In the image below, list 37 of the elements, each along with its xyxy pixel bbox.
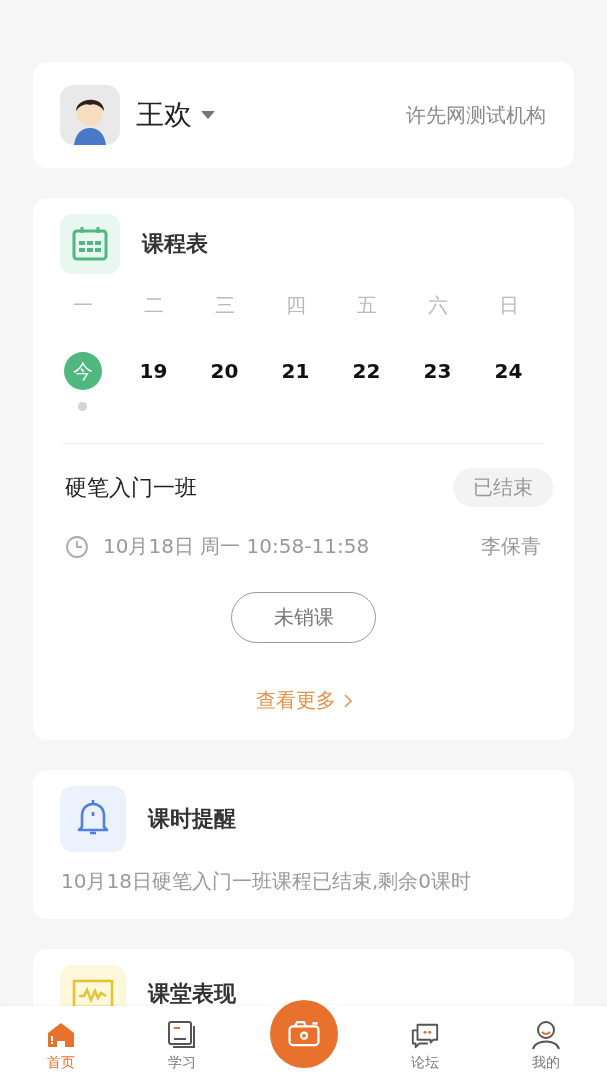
card-title: 课程表 <box>142 230 208 258</box>
book-icon <box>167 1020 198 1050</box>
status-badge: 已结束 <box>453 468 553 507</box>
clock-icon <box>65 534 89 559</box>
weekday-label: 三 <box>214 292 235 319</box>
camera-icon <box>286 1020 321 1048</box>
tab-item[interactable]: 学习 <box>121 1006 243 1072</box>
weekday-label: 六 <box>427 292 448 319</box>
weekday-label: 一 <box>72 292 93 319</box>
avatar-icon[interactable] <box>60 85 120 145</box>
lesson-name: 硬笔入门一班 <box>65 473 197 502</box>
card-title: 课时提醒 <box>148 805 236 833</box>
tab-item[interactable]: 我的 <box>485 1006 607 1072</box>
lesson-time: 10月18日 周一 10:58-11:58 <box>103 533 370 560</box>
home-icon <box>45 1020 76 1050</box>
calendar-icon <box>60 214 120 274</box>
bell-icon <box>60 786 126 852</box>
caret-icon[interactable] <box>200 110 216 120</box>
unmarked-button[interactable]: 未销课 <box>231 592 376 643</box>
person-icon <box>531 1020 562 1050</box>
user-name[interactable]: 王欢 <box>136 96 192 134</box>
teacher-name: 李保青 <box>481 533 541 560</box>
reminder-text: 10月18日硬笔入门一班课程已结束,剩余0课时 <box>60 868 472 895</box>
tab-item[interactable]: 论坛 <box>364 1006 486 1072</box>
calendar-day[interactable]: 21 <box>276 352 315 390</box>
calendar-day[interactable]: 20 <box>205 352 244 390</box>
organization-name: 许先网测试机构 <box>406 101 546 129</box>
weekday-label: 日 <box>498 292 519 319</box>
weekday-label: 四 <box>285 292 306 319</box>
weekday-label: 二 <box>143 292 164 319</box>
calendar-day[interactable]: 19 <box>134 352 173 390</box>
calendar-day[interactable]: 22 <box>347 352 386 390</box>
weekday-label: 五 <box>356 292 377 319</box>
card-title: 课堂表现 <box>148 980 236 1006</box>
calendar-day[interactable]: 23 <box>418 352 457 390</box>
calendar-day[interactable]: 24 <box>489 352 528 390</box>
chevron-right-icon <box>343 693 352 708</box>
